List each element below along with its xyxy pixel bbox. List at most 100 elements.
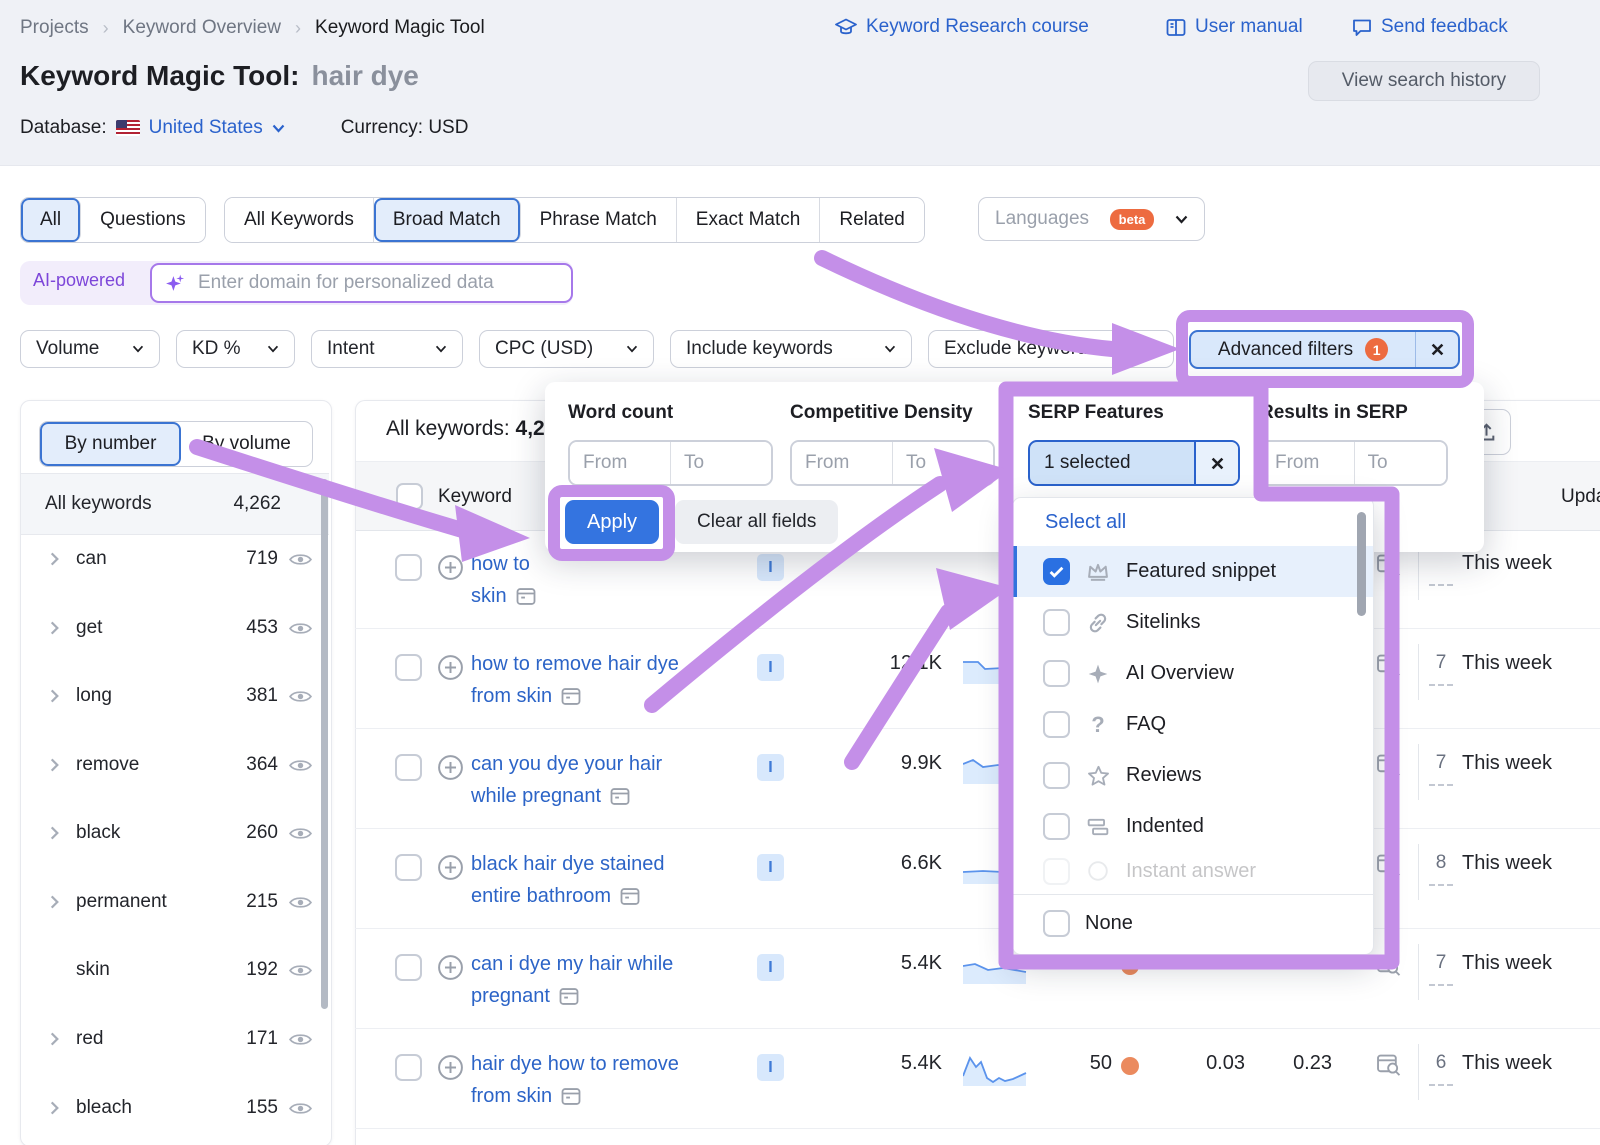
add-keyword-icon[interactable]: [437, 854, 464, 881]
keyword-link[interactable]: can i dye my hair while: [471, 953, 673, 975]
results-to-input[interactable]: [1354, 442, 1447, 484]
user-manual-link[interactable]: User manual: [1166, 16, 1303, 38]
breadcrumb-projects[interactable]: Projects: [20, 17, 89, 39]
tab-broad-match[interactable]: Broad Match: [374, 198, 521, 242]
serp-results-icon[interactable]: [1376, 954, 1402, 977]
word-count-to-input[interactable]: [670, 442, 771, 484]
advanced-filters-button[interactable]: Advanced filters 1: [1189, 330, 1460, 369]
checkbox-icon[interactable]: [1043, 813, 1070, 840]
domain-input[interactable]: [196, 264, 560, 302]
sidebar-group-bleach[interactable]: bleach155: [20, 1074, 328, 1142]
keyword-link[interactable]: can you dye your hair: [471, 753, 662, 775]
row-checkbox[interactable]: [395, 954, 422, 981]
chevron-right-icon[interactable]: [50, 552, 59, 566]
eye-icon[interactable]: [289, 826, 312, 841]
sidebar-group-get[interactable]: get453: [20, 594, 328, 662]
serp-snapshot-icon[interactable]: [516, 588, 536, 605]
competitive-density-to-input[interactable]: [892, 442, 993, 484]
serp-snapshot-icon[interactable]: [561, 1088, 581, 1105]
view-search-history-button[interactable]: View search history: [1308, 61, 1540, 101]
keyword-link[interactable]: pregnant: [471, 980, 550, 1012]
option-ai-overview[interactable]: AI Overview: [1013, 648, 1373, 699]
option-none[interactable]: None: [1013, 895, 1373, 951]
checkbox-icon[interactable]: [1043, 660, 1070, 687]
results-in-serp-value[interactable]: 7: [1427, 652, 1455, 674]
select-all-checkbox[interactable]: [396, 483, 423, 510]
checkbox-checked-icon[interactable]: [1043, 558, 1070, 585]
results-in-serp-value[interactable]: 6: [1427, 1052, 1455, 1074]
intent-filter[interactable]: Intent: [311, 330, 463, 368]
serp-snapshot-icon[interactable]: [559, 988, 579, 1005]
checkbox-icon[interactable]: [1043, 711, 1070, 738]
sidebar-group-long[interactable]: long381: [20, 662, 328, 730]
eye-icon[interactable]: [289, 621, 312, 636]
breadcrumb-keyword-overview[interactable]: Keyword Overview: [123, 17, 281, 39]
column-keyword[interactable]: Keyword: [438, 486, 512, 508]
keyword-research-course-link[interactable]: Keyword Research course: [835, 16, 1089, 38]
serp-results-icon[interactable]: [1376, 854, 1402, 877]
sidebar-group-skin[interactable]: skin192: [20, 936, 328, 1004]
database-selector[interactable]: United States: [149, 117, 263, 139]
results-in-serp-value[interactable]: 7: [1427, 952, 1455, 974]
chevron-right-icon[interactable]: [50, 621, 59, 635]
sort-by-number-button[interactable]: By number: [40, 422, 181, 466]
include-keywords-filter[interactable]: Include keywords: [670, 330, 912, 368]
option-reviews[interactable]: Reviews: [1013, 750, 1373, 801]
volume-filter[interactable]: Volume: [20, 330, 160, 368]
row-checkbox[interactable]: [395, 654, 422, 681]
serp-results-icon[interactable]: [1376, 654, 1402, 677]
row-checkbox[interactable]: [395, 854, 422, 881]
keyword-link[interactable]: entire bathroom: [471, 880, 611, 912]
keyword-link[interactable]: from skin: [471, 680, 552, 712]
checkbox-icon[interactable]: [1043, 609, 1070, 636]
sidebar-group-can[interactable]: can719: [20, 525, 328, 593]
option-sitelinks[interactable]: Sitelinks: [1013, 597, 1373, 648]
apply-button[interactable]: Apply: [565, 500, 659, 544]
keyword-link[interactable]: skin: [471, 580, 507, 612]
serp-results-icon[interactable]: [1376, 754, 1402, 777]
tab-questions[interactable]: Questions: [81, 198, 205, 242]
eye-icon[interactable]: [289, 1101, 312, 1116]
column-updated[interactable]: Updated: [1561, 486, 1600, 508]
tab-all-keywords[interactable]: All Keywords: [225, 198, 374, 242]
keyword-link[interactable]: hair dye how to remove: [471, 1053, 679, 1075]
languages-dropdown[interactable]: Languages beta: [978, 197, 1205, 241]
option-indented[interactable]: Indented: [1013, 801, 1373, 852]
option-featured-snippet[interactable]: Featured snippet: [1013, 546, 1373, 597]
eye-icon[interactable]: [289, 552, 312, 567]
eye-icon[interactable]: [289, 895, 312, 910]
chevron-right-icon[interactable]: [50, 963, 59, 977]
row-checkbox[interactable]: [395, 554, 422, 581]
sidebar-group-permanent[interactable]: permanent215: [20, 868, 328, 936]
chevron-right-icon[interactable]: [50, 895, 59, 909]
eye-icon[interactable]: [289, 758, 312, 773]
serp-snapshot-icon[interactable]: [610, 788, 630, 805]
add-keyword-icon[interactable]: [437, 554, 464, 581]
sort-by-volume-button[interactable]: By volume: [181, 422, 312, 466]
clear-advanced-filters-button[interactable]: [1415, 332, 1458, 367]
add-keyword-icon[interactable]: [437, 654, 464, 681]
word-count-from-input[interactable]: [570, 442, 670, 484]
sidebar-group-red[interactable]: red171: [20, 1005, 328, 1073]
send-feedback-link[interactable]: Send feedback: [1352, 16, 1508, 38]
tab-related[interactable]: Related: [820, 198, 924, 242]
chevron-right-icon[interactable]: [50, 758, 59, 772]
serp-snapshot-icon[interactable]: [561, 688, 581, 705]
results-in-serp-value[interactable]: 8: [1427, 852, 1455, 874]
serp-results-icon[interactable]: [1376, 1054, 1402, 1077]
competitive-density-from-input[interactable]: [792, 442, 892, 484]
kd-filter[interactable]: KD %: [176, 330, 295, 368]
sidebar-group-remove[interactable]: remove364: [20, 731, 328, 799]
row-checkbox[interactable]: [395, 754, 422, 781]
clear-all-fields-button[interactable]: Clear all fields: [675, 500, 838, 544]
tab-phrase-match[interactable]: Phrase Match: [521, 198, 677, 242]
add-keyword-icon[interactable]: [437, 954, 464, 981]
dropdown-scrollbar[interactable]: [1357, 512, 1366, 616]
eye-icon[interactable]: [289, 963, 312, 978]
checkbox-icon[interactable]: [1043, 762, 1070, 789]
serp-results-icon[interactable]: [1376, 554, 1402, 577]
sidebar-group-black[interactable]: black260: [20, 799, 328, 867]
results-from-input[interactable]: [1262, 442, 1354, 484]
cpc-filter[interactable]: CPC (USD): [479, 330, 654, 368]
option-faq[interactable]: ? FAQ: [1013, 699, 1373, 750]
